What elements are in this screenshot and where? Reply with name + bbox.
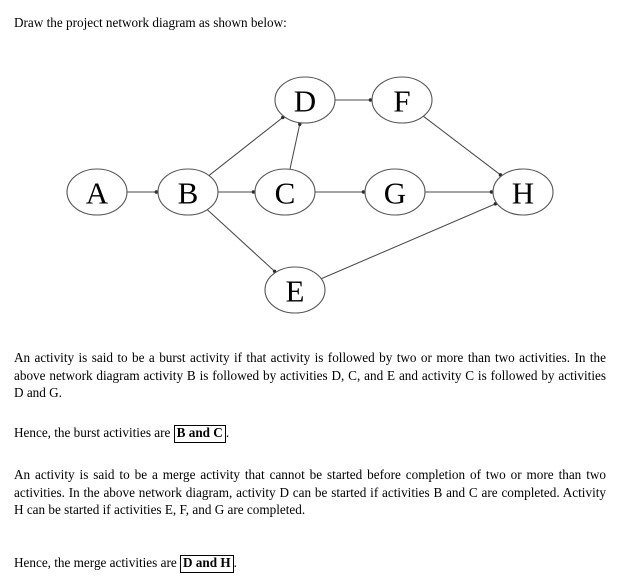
nodes-layer: A B C D E F G H [66,76,554,314]
node-h-label: H [512,176,534,211]
node-e-label: E [286,274,305,309]
node-g[interactable]: G [364,168,426,216]
burst-answer-prefix: Hence, the burst activities are [14,425,174,440]
edge-e-to-h [320,202,498,280]
page-title: Draw the project network diagram as show… [14,15,287,30]
node-f-label: F [393,84,410,119]
node-d-label: D [294,84,316,119]
merge-answer-prefix: Hence, the merge activities are [14,555,180,570]
node-c-label: C [275,176,296,211]
node-h[interactable]: H [492,168,554,216]
node-b[interactable]: B [157,168,219,216]
burst-answer-box: B and C [173,425,226,443]
node-b-label: B [178,176,199,211]
node-g-label: G [384,176,406,211]
network-diagram: A B C D E F G H [0,55,622,335]
merge-answer-suffix: . [233,555,237,570]
document-page: Draw the project network diagram as show… [0,0,622,582]
merge-answer-box: D and H [179,555,234,573]
node-e[interactable]: E [264,266,326,314]
merge-definition-paragraph: An activity is said to be a merge activi… [14,467,606,518]
edge-c-to-d [289,122,301,170]
node-f[interactable]: F [371,76,433,124]
node-d[interactable]: D [274,76,336,124]
merge-answer-paragraph: Hence, the merge activities are D and H. [14,554,606,573]
network-diagram-svg: A B C D E F G H [66,76,554,314]
edge-f-to-h [422,115,503,177]
node-a-label: A [86,176,109,211]
edge-b-to-e [206,209,277,273]
burst-definition-paragraph: An activity is said to be a burst activi… [14,350,606,401]
edge-b-to-d [208,116,285,176]
node-a[interactable]: A [66,168,128,216]
burst-answer-suffix: . [225,425,230,440]
node-c[interactable]: C [254,168,316,216]
burst-answer-paragraph: Hence, the burst activities are B and C. [14,424,606,443]
